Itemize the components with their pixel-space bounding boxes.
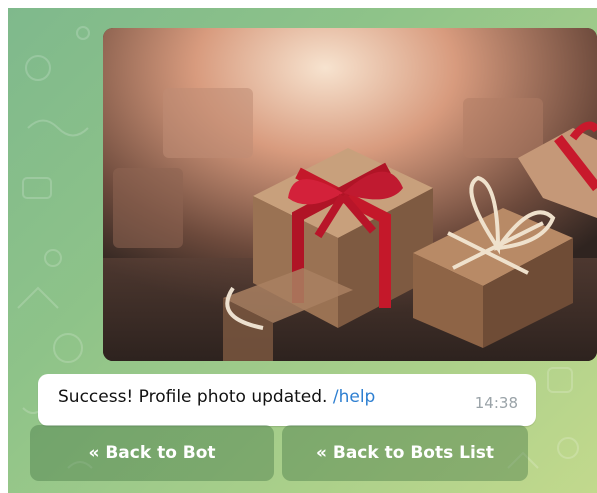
- help-command-link[interactable]: /help: [333, 387, 375, 407]
- back-to-bots-list-button[interactable]: « Back to Bots List: [282, 425, 528, 481]
- message-bubble: Success! Profile photo updated. /help 14…: [38, 374, 536, 426]
- gift-boxes-image: [103, 28, 597, 361]
- back-to-bot-button[interactable]: « Back to Bot: [30, 425, 274, 481]
- chat-background: Success! Profile photo updated. /help 14…: [8, 8, 597, 493]
- message-text: Success! Profile photo updated. /help: [58, 387, 375, 407]
- message-time: 14:38: [474, 394, 518, 412]
- message-body: Success! Profile photo updated.: [58, 387, 328, 407]
- gift-photo[interactable]: [103, 28, 597, 361]
